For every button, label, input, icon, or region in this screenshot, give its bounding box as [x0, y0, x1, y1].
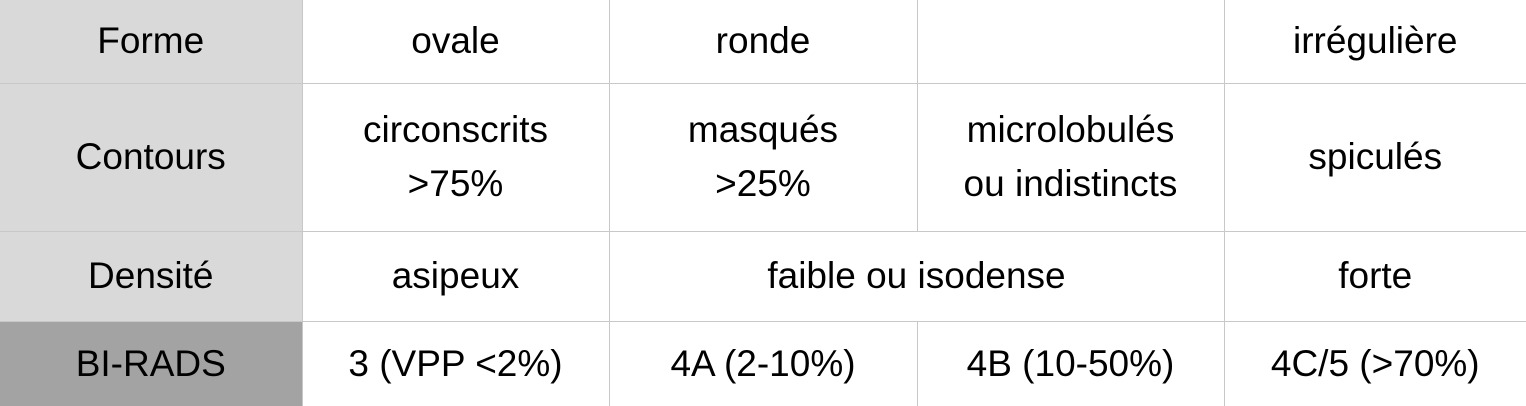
- row-densite: Densité asipeux faible ou isodense forte: [0, 230, 1526, 322]
- cell-birads-4a: 4A (2-10%): [608, 320, 918, 406]
- row-header-forme: Forme: [0, 0, 303, 84]
- row-contours: Contours circonscrits >75% masqués >25% …: [0, 82, 1526, 232]
- birads-table: Forme ovale ronde irrégulière Contours c…: [0, 0, 1526, 406]
- cell-densite-forte: forte: [1223, 230, 1526, 322]
- row-header-contours: Contours: [0, 82, 303, 232]
- cell-densite-asipeux: asipeux: [301, 230, 610, 322]
- row-header-densite: Densité: [0, 230, 303, 322]
- cell-contours-microlobules: microlobulés ou indistincts: [916, 82, 1225, 232]
- cell-birads-4b: 4B (10-50%): [916, 320, 1225, 406]
- cell-contours-spicules: spiculés: [1223, 82, 1526, 232]
- row-birads: BI-RADS 3 (VPP <2%) 4A (2-10%) 4B (10-50…: [0, 320, 1526, 406]
- cell-contours-masques: masqués >25%: [608, 82, 918, 232]
- cell-forme-empty: [916, 0, 1225, 84]
- cell-forme-ronde: ronde: [608, 0, 918, 84]
- cell-densite-faible-isodense: faible ou isodense: [608, 230, 1225, 322]
- cell-forme-irreguliere: irrégulière: [1223, 0, 1526, 84]
- cell-forme-ovale: ovale: [301, 0, 610, 84]
- row-header-birads: BI-RADS: [0, 320, 303, 406]
- cell-birads-3: 3 (VPP <2%): [301, 320, 610, 406]
- cell-birads-4c5: 4C/5 (>70%): [1223, 320, 1526, 406]
- cell-contours-circonscrits: circonscrits >75%: [301, 82, 610, 232]
- row-forme: Forme ovale ronde irrégulière: [0, 0, 1526, 84]
